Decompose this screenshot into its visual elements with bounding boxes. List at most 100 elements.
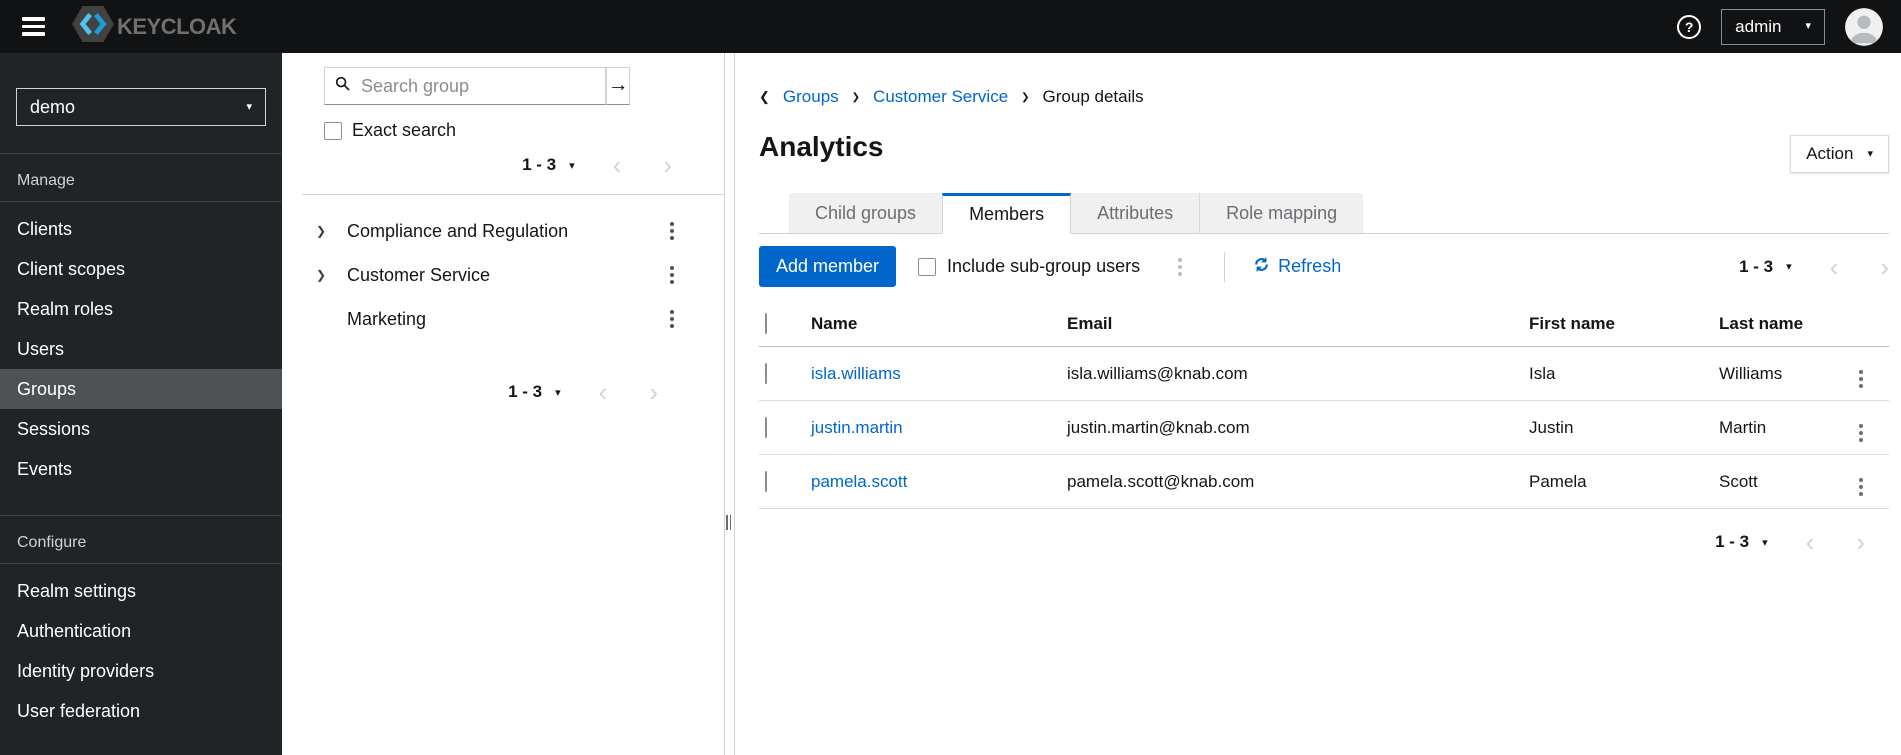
sidebar-item-groups[interactable]: Groups <box>0 369 282 409</box>
include-subgroup-option[interactable]: Include sub-group users <box>918 256 1140 277</box>
member-email: isla.williams@knab.com <box>1061 346 1523 401</box>
table-header-row: Name Email First name Last name <box>759 301 1889 347</box>
arrow-right-icon: → <box>607 73 629 96</box>
page-title: Analytics <box>759 131 884 162</box>
breadcrumb-link-groups[interactable]: Groups <box>783 87 839 107</box>
tree-expand-icon[interactable]: ❯ <box>316 224 334 238</box>
breadcrumb: ❮ Groups ❯ Customer Service ❯ Group deta… <box>759 87 1889 107</box>
column-header-email[interactable]: Email <box>1061 301 1523 347</box>
action-dropdown-button[interactable]: Action ▾ <box>1790 135 1889 173</box>
pagination-next-icon[interactable]: › <box>663 152 672 178</box>
sidebar-item-identity-providers[interactable]: Identity providers <box>0 651 282 691</box>
kebab-menu-icon[interactable] <box>1859 424 1863 442</box>
member-email: justin.martin@knab.com <box>1061 400 1523 455</box>
groups-pagination-top: 1 - 3 ▾ ‹ › <box>282 150 724 180</box>
pagination-options-caret-icon[interactable]: ▾ <box>1762 536 1768 549</box>
sidebar-item-client-scopes[interactable]: Client scopes <box>0 249 282 289</box>
kebab-menu-icon[interactable] <box>1178 257 1183 276</box>
member-username-link[interactable]: pamela.scott <box>811 472 907 491</box>
pagination-next-icon[interactable]: › <box>1880 254 1889 280</box>
search-icon <box>335 76 350 96</box>
sidebar-item-sessions[interactable]: Sessions <box>0 409 282 449</box>
tab-members[interactable]: Members <box>942 193 1072 234</box>
pagination-prev-icon[interactable]: ‹ <box>599 379 608 405</box>
realm-selector[interactable]: demo ▾ <box>16 88 266 126</box>
add-member-button[interactable]: Add member <box>759 246 897 287</box>
pagination-range: 1 - 3 <box>522 155 557 174</box>
include-subgroup-checkbox[interactable] <box>918 257 937 276</box>
tab-role-mapping[interactable]: Role mapping <box>1199 193 1364 233</box>
pagination-prev-icon[interactable]: ‹ <box>613 152 622 178</box>
search-submit-button[interactable]: → <box>606 67 630 105</box>
group-tabs: Child groups Members Attributes Role map… <box>759 193 1889 234</box>
kebab-menu-icon[interactable] <box>670 310 674 328</box>
user-menu-dropdown[interactable]: admin ▾ <box>1721 8 1825 45</box>
kebab-menu-icon[interactable] <box>670 222 674 240</box>
keycloak-logo: KEYCLOAK <box>71 5 237 48</box>
sidebar-item-events[interactable]: Events <box>0 449 282 489</box>
chevron-down-icon: ▾ <box>246 100 252 113</box>
tree-expand-icon[interactable]: ❯ <box>316 268 334 282</box>
divider <box>1224 251 1226 282</box>
member-last-name: Scott <box>1713 454 1833 509</box>
pagination-next-icon[interactable]: › <box>1856 529 1865 555</box>
pagination-prev-icon[interactable]: ‹ <box>1830 254 1839 280</box>
pagination-range: 1 - 3 <box>1715 532 1750 551</box>
member-username-link[interactable]: justin.martin <box>811 418 903 437</box>
kebab-menu-icon[interactable] <box>670 266 674 284</box>
sidebar-item-realm-roles[interactable]: Realm roles <box>0 289 282 329</box>
group-search-box <box>324 67 606 105</box>
pagination-options-caret-icon[interactable]: ▾ <box>555 386 561 399</box>
breadcrumb-back-icon[interactable]: ❮ <box>759 89 770 105</box>
pagination-options-caret-icon[interactable]: ▾ <box>569 159 575 172</box>
realm-name: demo <box>30 96 76 117</box>
include-subgroup-label: Include sub-group users <box>947 256 1141 276</box>
column-header-name[interactable]: Name <box>805 301 1061 347</box>
pagination-range: 1 - 3 <box>1739 256 1774 276</box>
exact-search-checkbox[interactable] <box>324 121 342 140</box>
sidebar-item-users[interactable]: Users <box>0 329 282 369</box>
row-checkbox[interactable] <box>765 416 767 438</box>
members-toolbar: Add member Include sub-group users Refre… <box>759 246 1889 287</box>
member-first-name: Justin <box>1523 400 1713 455</box>
resize-grip-icon <box>726 515 731 530</box>
group-search-input[interactable] <box>359 74 595 98</box>
table-row: justin.martin justin.martin@knab.com Jus… <box>759 400 1889 455</box>
kebab-menu-icon[interactable] <box>1859 478 1863 496</box>
members-pagination-bottom: 1 - 3 ▾ ‹ › <box>759 527 1889 557</box>
groups-tree-panel: → Exact search 1 - 3 ▾ ‹ › ❯ Compliance … <box>282 53 724 755</box>
member-email: pamela.scott@knab.com <box>1061 454 1523 509</box>
pagination-next-icon[interactable]: › <box>649 379 658 405</box>
sidebar-item-realm-settings[interactable]: Realm settings <box>0 571 282 611</box>
brand-name: KEYCLOAK <box>117 13 237 39</box>
pagination-prev-icon[interactable]: ‹ <box>1806 529 1815 555</box>
breadcrumb-link-customer-service[interactable]: Customer Service <box>873 87 1008 107</box>
tab-child-groups[interactable]: Child groups <box>789 193 943 233</box>
tree-item-compliance-and-regulation[interactable]: ❯ Compliance and Regulation <box>282 209 724 253</box>
select-all-checkbox[interactable] <box>765 313 767 334</box>
table-row: pamela.scott pamela.scott@knab.com Pamel… <box>759 454 1889 509</box>
refresh-icon <box>1253 256 1270 278</box>
column-header-first-name[interactable]: First name <box>1523 301 1713 347</box>
panel-resize-handle[interactable] <box>724 53 735 755</box>
avatar[interactable] <box>1845 7 1883 46</box>
sidebar-item-clients[interactable]: Clients <box>0 209 282 249</box>
chevron-down-icon: ▾ <box>1867 147 1873 160</box>
help-icon[interactable]: ? <box>1677 14 1702 39</box>
tab-attributes[interactable]: Attributes <box>1071 193 1200 233</box>
row-checkbox[interactable] <box>765 470 767 492</box>
member-username-link[interactable]: isla.williams <box>811 364 901 383</box>
refresh-button[interactable]: Refresh <box>1253 256 1341 278</box>
tree-item-customer-service[interactable]: ❯ Customer Service <box>282 253 724 297</box>
breadcrumb-separator-icon: ❯ <box>1021 91 1030 103</box>
sidebar-item-authentication[interactable]: Authentication <box>0 611 282 651</box>
column-header-last-name[interactable]: Last name <box>1713 301 1833 347</box>
kebab-menu-icon[interactable] <box>1859 370 1863 388</box>
sidebar-item-user-federation[interactable]: User federation <box>0 691 282 731</box>
exact-search-option[interactable]: Exact search <box>324 120 724 141</box>
pagination-options-caret-icon[interactable]: ▾ <box>1786 260 1792 273</box>
nav-toggle-icon[interactable] <box>22 17 45 36</box>
tree-item-marketing[interactable]: Marketing <box>282 297 724 341</box>
row-checkbox[interactable] <box>765 362 767 384</box>
chevron-down-icon: ▾ <box>1805 20 1811 32</box>
